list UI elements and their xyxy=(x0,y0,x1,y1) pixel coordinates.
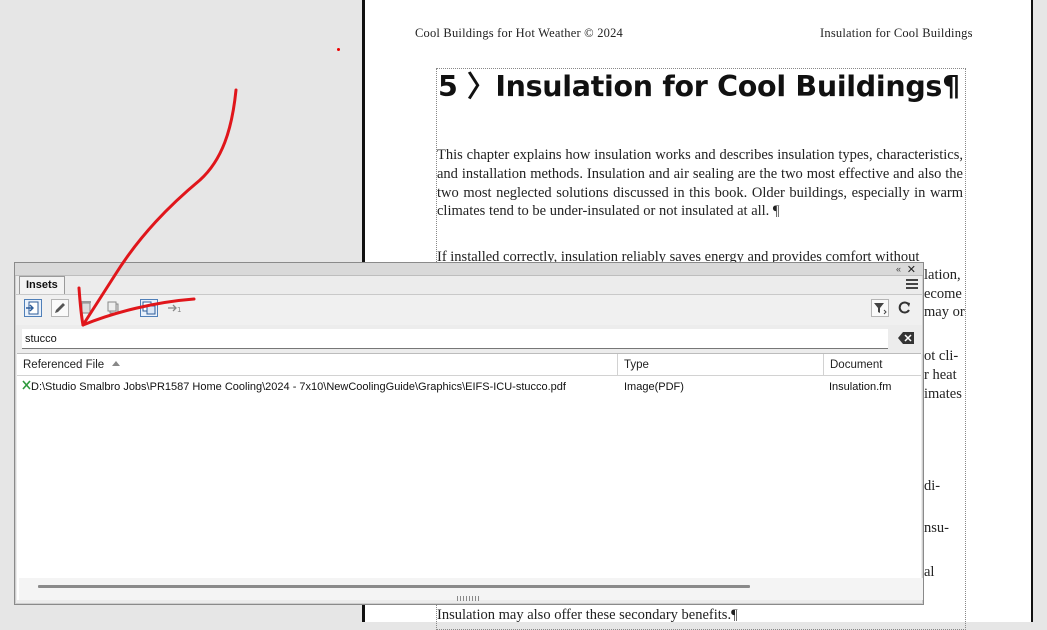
collapse-panel-icon[interactable]: « xyxy=(896,264,901,274)
svg-text:1: 1 xyxy=(177,306,181,314)
resize-grip[interactable] xyxy=(457,596,479,601)
insets-toolbar: 1 xyxy=(16,294,922,325)
missing-file-icon xyxy=(22,380,31,390)
panel-menu-icon[interactable] xyxy=(906,279,918,289)
delete-inset-icon[interactable] xyxy=(78,299,96,317)
search-input[interactable] xyxy=(22,329,888,349)
paragraph-1[interactable]: This chapter explains how insulation wor… xyxy=(437,146,963,221)
cell-type: Image(PDF) xyxy=(624,381,684,393)
running-header-left: Cool Buildings for Hot Weather © 2024 xyxy=(415,26,624,40)
table-row[interactable]: D:\Studio Smalbro Jobs\PR1587 Home Cooli… xyxy=(17,378,921,396)
page-right-edge xyxy=(1031,0,1047,622)
text-fragment: nsu- xyxy=(924,520,949,536)
cell-referenced-file: D:\Studio Smalbro Jobs\PR1587 Home Cooli… xyxy=(31,381,566,393)
search-field[interactable] xyxy=(22,329,888,349)
copy-inset-icon[interactable] xyxy=(140,299,158,317)
delete-all-insets-icon[interactable] xyxy=(105,299,123,317)
filter-icon[interactable] xyxy=(871,299,889,317)
text-fragment: imates xyxy=(924,386,962,402)
column-header-referenced-file[interactable]: Referenced File xyxy=(17,354,618,376)
text-fragment: lation, xyxy=(924,267,961,283)
clear-search-icon[interactable] xyxy=(897,330,915,346)
chapter-title[interactable]: 5 〉Insulation for Cool Buildings¶ xyxy=(438,64,960,105)
refresh-icon[interactable] xyxy=(896,299,914,317)
running-header-right: Insulation for Cool Buildings xyxy=(820,26,973,40)
text-fragment: di- xyxy=(924,478,941,494)
insert-inset-icon[interactable] xyxy=(24,299,42,317)
text-fragment: ecome xyxy=(924,286,962,302)
column-header-label: Referenced File xyxy=(23,359,105,371)
column-header-type[interactable]: Type xyxy=(618,354,824,376)
pasteboard-marker xyxy=(337,48,340,51)
text-fragment: al xyxy=(924,564,935,580)
scrollbar-thumb[interactable] xyxy=(38,585,750,588)
text-fragment: ot cli- xyxy=(924,348,959,364)
insets-panel[interactable]: « ✕ Insets 1 Referen xyxy=(14,262,924,605)
panel-title-strip[interactable] xyxy=(15,263,923,276)
text-fragment: r heat xyxy=(924,367,957,383)
sort-ascending-icon xyxy=(112,361,121,367)
cell-document: Insulation.fm xyxy=(829,381,892,393)
column-header-document[interactable]: Document xyxy=(824,354,921,376)
go-to-inset-icon[interactable]: 1 xyxy=(166,299,184,317)
text-fragment: may or xyxy=(924,304,965,320)
tab-insets[interactable]: Insets xyxy=(19,276,65,294)
insets-table[interactable]: Referenced File Type Document D:\Studio … xyxy=(17,353,923,600)
edit-inset-icon[interactable] xyxy=(51,299,69,317)
close-panel-icon[interactable]: ✕ xyxy=(907,263,916,276)
last-line[interactable]: Insulation may also offer these secondar… xyxy=(437,607,738,624)
